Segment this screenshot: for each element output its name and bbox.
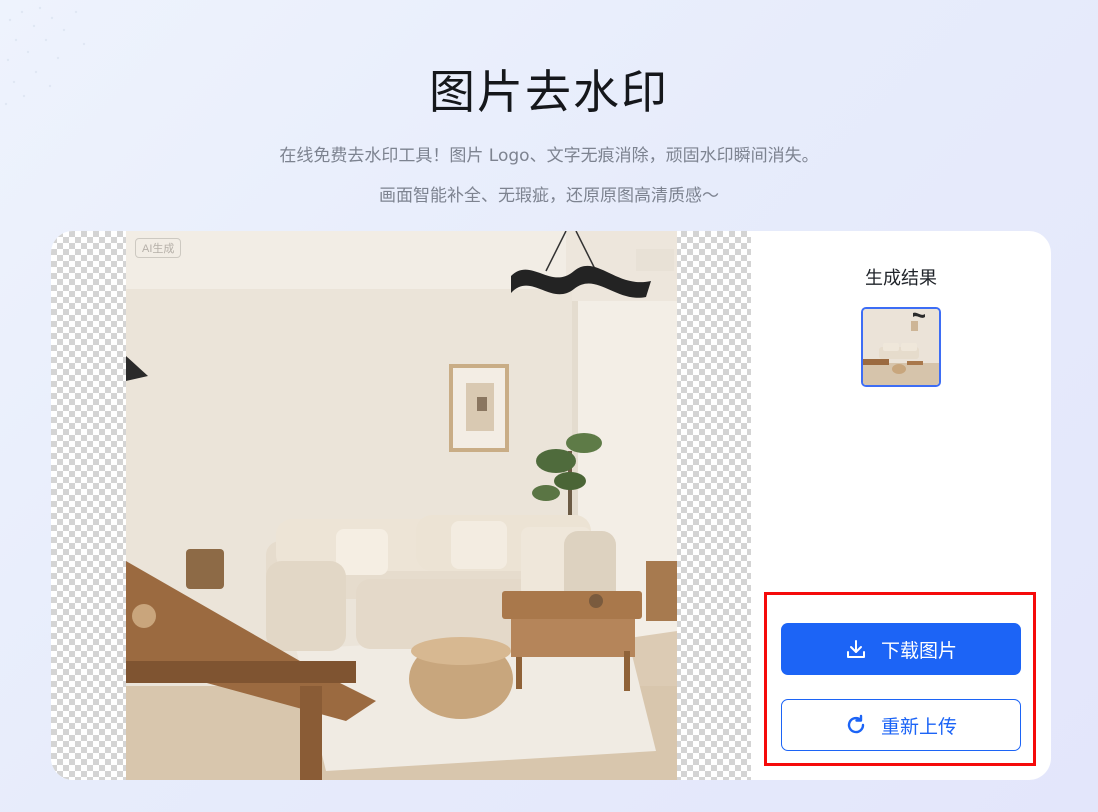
download-button[interactable]: 下载图片	[781, 623, 1021, 675]
download-button-label: 下载图片	[880, 639, 957, 662]
refresh-icon	[845, 714, 867, 736]
page-subtitle-line-2: 画面智能补全、无瑕疵，还原原图高清质感～	[379, 186, 719, 206]
result-thumbnail[interactable]	[861, 307, 941, 387]
preview-image	[126, 231, 677, 780]
result-panel-title: 生成结果	[865, 268, 937, 289]
workspace-card: AI生成 生成结果 下载图片 重新上传	[51, 231, 1051, 780]
result-thumbnail-image	[863, 309, 939, 385]
reupload-button[interactable]: 重新上传	[781, 699, 1021, 751]
result-panel: 生成结果 下载图片 重新上传	[751, 231, 1051, 780]
preview-canvas: AI生成	[51, 231, 751, 780]
page-subtitle-line-1: 在线免费去水印工具！图片 Logo、文字无痕消除，顽固水印瞬间消失。	[279, 146, 819, 166]
ai-generated-badge: AI生成	[135, 238, 182, 258]
download-icon	[845, 638, 867, 660]
reupload-button-label: 重新上传	[880, 715, 957, 738]
page-title: 图片去水印	[429, 65, 669, 119]
